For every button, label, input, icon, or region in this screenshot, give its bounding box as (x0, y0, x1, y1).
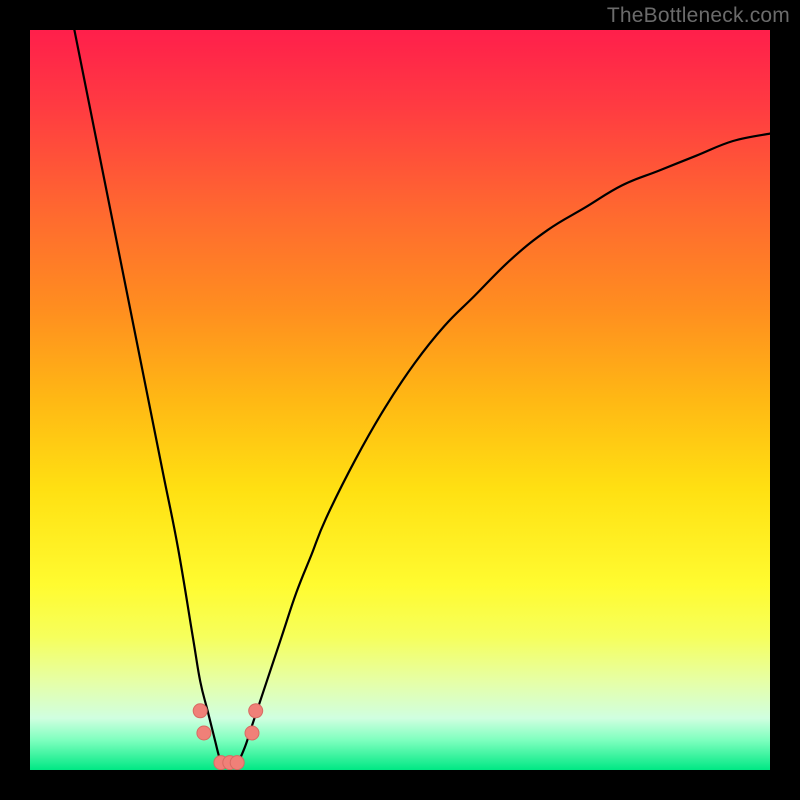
data-marker (230, 756, 244, 770)
data-marker (197, 726, 211, 740)
chart-frame: TheBottleneck.com (0, 0, 800, 800)
data-marker (193, 704, 207, 718)
data-marker (245, 726, 259, 740)
curve-svg (30, 30, 770, 770)
data-marker (249, 704, 263, 718)
plot-area (30, 30, 770, 770)
watermark-text: TheBottleneck.com (607, 4, 790, 28)
bottleneck-curve (74, 30, 770, 767)
